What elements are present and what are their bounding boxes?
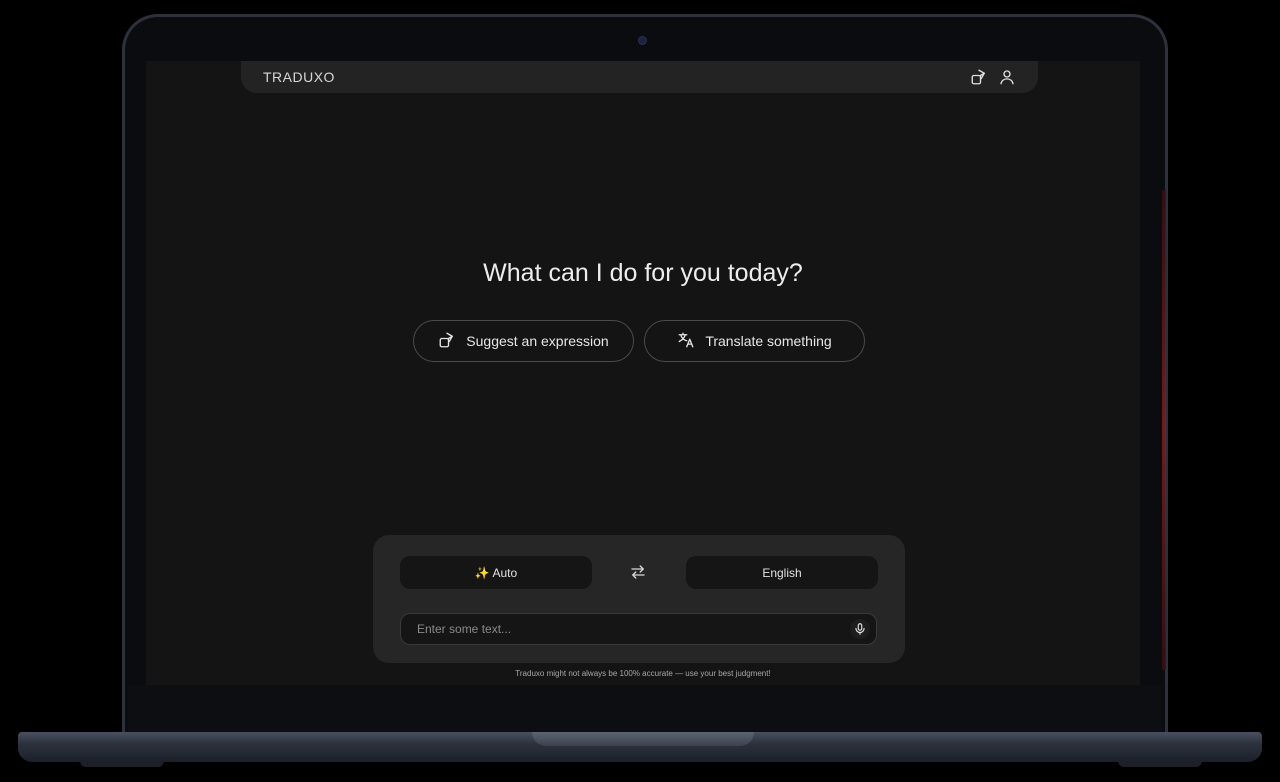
camera-icon [639, 37, 646, 44]
app-screen: TRADUXO What can I do for you today? Sug… [146, 61, 1140, 685]
page-title: What can I do for you today? [483, 259, 803, 287]
microphone-icon[interactable] [850, 619, 870, 639]
text-input-field [400, 613, 877, 645]
brand-logo[interactable]: TRADUXO [263, 69, 335, 85]
translate-icon [677, 331, 695, 352]
translator-panel: ✨ Auto English [373, 535, 905, 663]
accuracy-disclaimer: Traduxo might not always be 100% accurat… [515, 669, 771, 678]
text-input[interactable] [401, 614, 841, 644]
suggest-expression-label: Suggest an expression [466, 333, 609, 349]
laptop-foot-left [80, 761, 164, 767]
source-language-selector[interactable]: ✨ Auto [400, 556, 592, 589]
source-language-label: ✨ Auto [474, 565, 518, 580]
swap-icon[interactable] [629, 563, 647, 581]
suggest-icon [438, 331, 456, 352]
top-bar: TRADUXO [241, 61, 1038, 93]
suggest-expression-button[interactable]: Suggest an expression [413, 320, 634, 362]
translate-something-button[interactable]: Translate something [644, 320, 865, 362]
suggest-icon[interactable] [970, 68, 988, 86]
laptop-foot-right [1118, 761, 1202, 767]
laptop-chin [128, 685, 1162, 733]
laptop-notch [532, 732, 754, 746]
target-language-selector[interactable]: English [686, 556, 878, 589]
user-icon[interactable] [998, 68, 1016, 86]
translate-something-label: Translate something [705, 333, 832, 349]
laptop-lid-edge [1162, 190, 1166, 670]
target-language-label: English [762, 565, 802, 580]
